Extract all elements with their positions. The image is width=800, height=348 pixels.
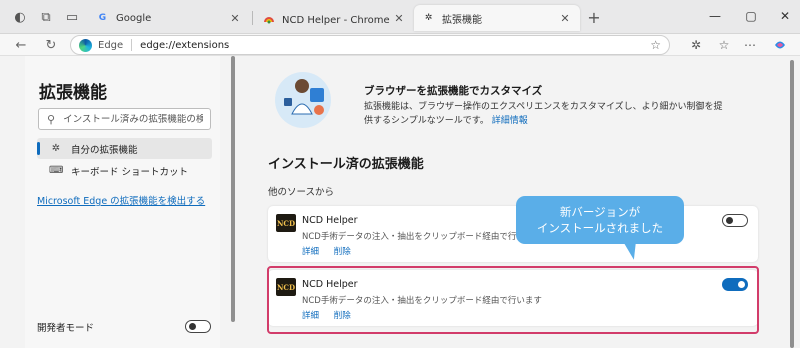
url-text: edge://extensions	[140, 39, 230, 51]
sidebar-title: 拡張機能	[39, 83, 107, 103]
new-version-callout: 新バージョンが インストールされました	[516, 196, 684, 262]
close-icon[interactable]: ✕	[392, 12, 406, 25]
new-tab-icon[interactable]: +	[584, 7, 604, 27]
main-scrollbar[interactable]	[790, 56, 794, 348]
hero-title: ブラウザーを拡張機能でカスタマイズ	[364, 85, 543, 97]
sidebar-item-my-extensions[interactable]: ✲ 自分の拡張機能	[37, 138, 212, 159]
close-icon[interactable]: ✕	[558, 12, 572, 25]
extensions-toolbar-icon[interactable]: ✲	[686, 36, 706, 54]
ncd-logo: NCD	[276, 214, 296, 232]
workspaces-icon[interactable]: ⧉	[36, 7, 56, 27]
menu-icon[interactable]: ⋯	[740, 36, 760, 54]
tab-title: NCD Helper - Chrome ウェブストア	[282, 14, 392, 26]
search-icon: ⚲	[47, 112, 56, 126]
tab-extensions[interactable]: ✲ 拡張機能 ✕	[414, 5, 580, 31]
divider	[131, 39, 133, 51]
tab-title: 拡張機能	[442, 14, 482, 26]
tab-title: Google	[116, 12, 152, 24]
other-sources-heading: 他のソースから	[268, 187, 335, 198]
details-link[interactable]: 詳細	[302, 247, 319, 257]
tab-ncd-helper-store[interactable]: NCD Helper - Chrome ウェブストア ✕	[254, 5, 414, 31]
extension-search[interactable]: ⚲	[38, 108, 211, 130]
sidebar: 拡張機能 ⚲ ✲ 自分の拡張機能 ⌨ キーボード ショートカット Microso…	[25, 56, 220, 348]
edge-icon	[79, 38, 92, 52]
discover-extensions-link[interactable]: Microsoft Edge の拡張機能を検出する	[37, 193, 205, 207]
tab-separator	[252, 11, 253, 25]
tab-strip: ◐ ⧉ ▭ G Google ✕ NCD Helper - Chrome ウェブ…	[0, 0, 800, 34]
hero-description: 拡張機能は、ブラウザー操作のエクスペリエンスをカスタマイズし、より細かい制御を提…	[364, 100, 724, 128]
google-icon: G	[98, 13, 107, 23]
callout-line-2: インストールされました	[536, 221, 664, 235]
callout-tail	[624, 240, 640, 262]
favorites-icon[interactable]: ☆	[714, 36, 734, 54]
minimize-icon[interactable]: —	[700, 6, 730, 26]
toolbar: ← ↻ Edge edge://extensions ☆ ✲ ☆ ⋯	[0, 34, 800, 56]
sidebar-item-label: キーボード ショートカット	[71, 166, 189, 178]
extension-card-old: NCD NCD Helper NCD手術データの注入・抽出をクリップボード経由で…	[268, 206, 758, 262]
back-icon[interactable]: ←	[10, 36, 32, 54]
tab-google[interactable]: G Google ✕	[88, 5, 250, 31]
sidebar-item-label: 自分の拡張機能	[71, 144, 138, 156]
sidebar-item-keyboard-shortcuts[interactable]: ⌨ キーボード ショートカット	[37, 160, 212, 181]
extensions-icon: ✲	[424, 13, 433, 23]
profile-icon[interactable]: ◐	[10, 7, 30, 27]
favorite-star-icon[interactable]: ☆	[650, 38, 661, 52]
refresh-icon[interactable]: ↻	[40, 36, 62, 54]
puzzle-icon: ✲	[51, 143, 61, 154]
keyboard-icon: ⌨	[49, 165, 64, 176]
address-bar[interactable]: Edge edge://extensions ☆	[70, 35, 670, 55]
callout-line-1: 新バージョンが	[559, 205, 641, 219]
highlight-box	[267, 266, 759, 334]
learn-more-link[interactable]: 詳細情報	[492, 116, 528, 126]
hero-desc-text: 拡張機能は、ブラウザー操作のエクスペリエンスをカスタマイズし、より細かい制御を提…	[364, 102, 723, 126]
extension-description: NCD手術データの注入・抽出をクリップボード経由で行います	[302, 232, 542, 242]
extension-actions: 詳細 削除	[302, 245, 363, 257]
developer-mode-label: 開発者モード	[37, 323, 95, 334]
installed-extensions-heading: インストール済の拡張機能	[268, 157, 424, 172]
maximize-icon[interactable]: ▢	[736, 6, 766, 26]
extension-toggle[interactable]	[722, 214, 748, 227]
extension-name: NCD Helper	[302, 215, 358, 226]
remove-link[interactable]: 削除	[334, 247, 351, 257]
chrome-webstore-icon	[262, 12, 275, 25]
developer-mode-toggle[interactable]	[185, 320, 211, 333]
sidebar-scrollbar[interactable]	[231, 56, 235, 348]
tab-actions-icon[interactable]: ▭	[62, 7, 82, 27]
copilot-icon[interactable]	[770, 36, 790, 54]
address-label: Edge	[98, 39, 124, 51]
window-close-icon[interactable]: ✕	[770, 6, 800, 26]
close-icon[interactable]: ✕	[228, 12, 242, 25]
search-input[interactable]	[63, 113, 204, 125]
hero-illustration-icon	[275, 72, 331, 128]
